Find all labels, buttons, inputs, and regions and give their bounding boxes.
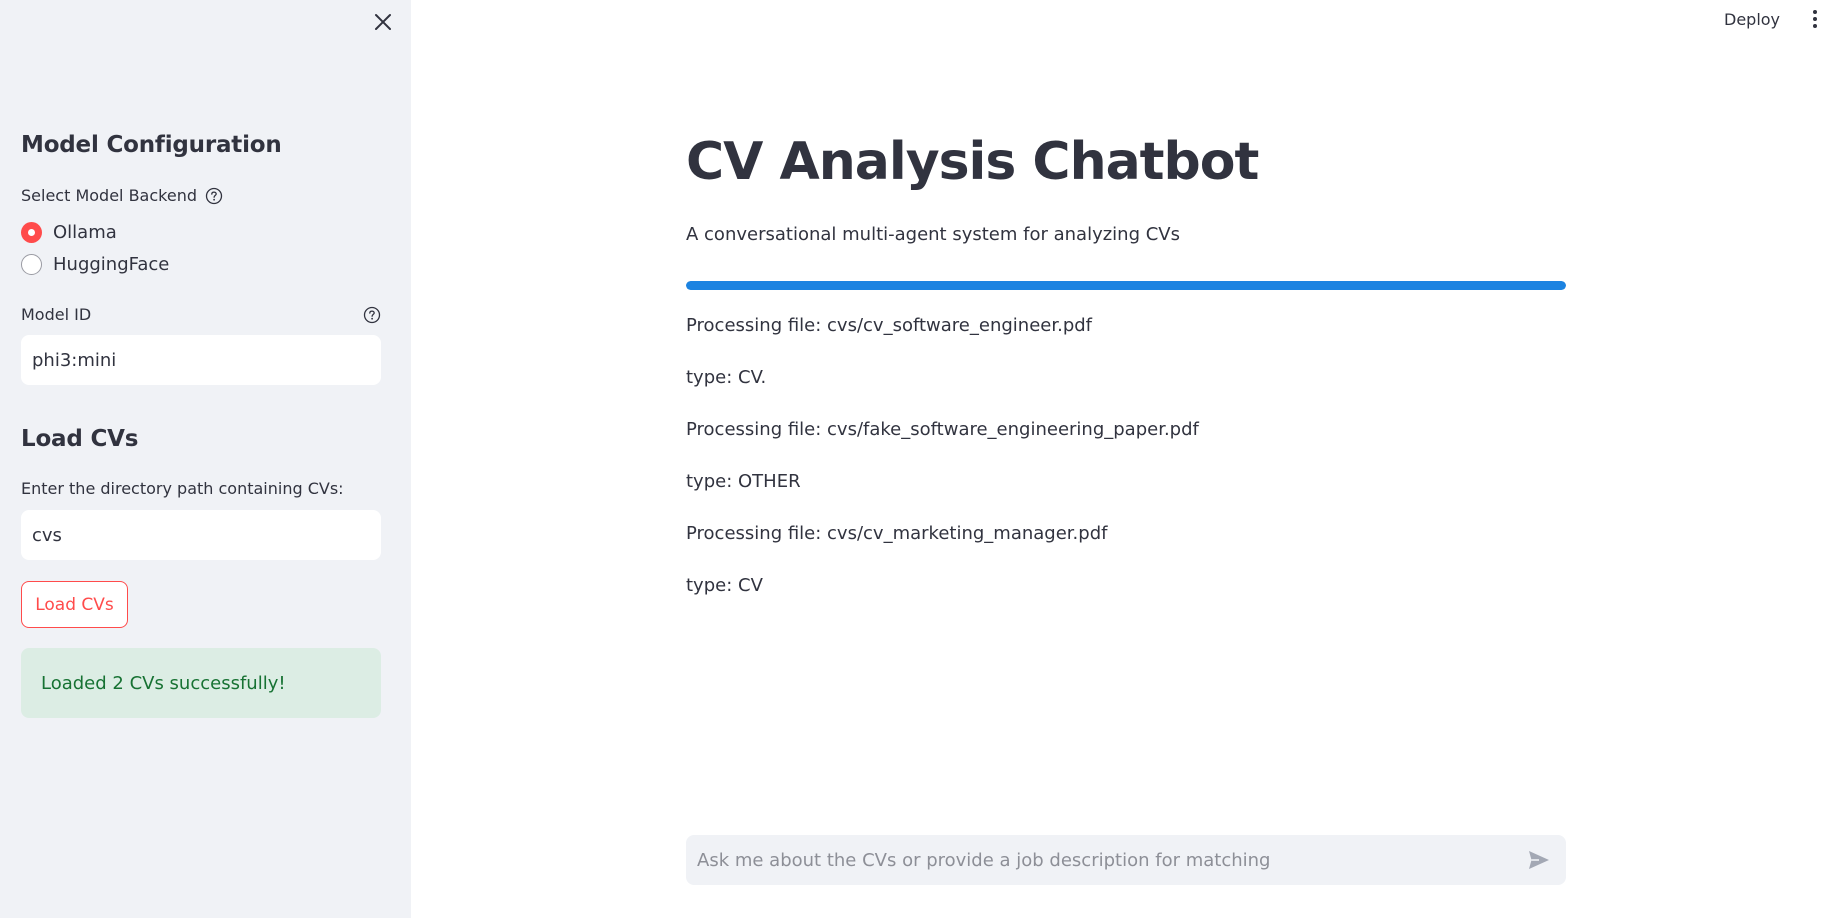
radio-button-unselected[interactable] bbox=[21, 254, 42, 275]
log-line: Processing file: cvs/cv_marketing_manage… bbox=[686, 523, 1108, 544]
backend-label-text: Select Model Backend bbox=[21, 186, 197, 205]
backend-label: Select Model Backend bbox=[21, 186, 223, 205]
help-icon[interactable] bbox=[205, 187, 223, 205]
progress-bar bbox=[686, 281, 1566, 290]
load-cvs-heading: Load CVs bbox=[21, 426, 139, 452]
radio-option-huggingface[interactable]: HuggingFace bbox=[21, 254, 169, 275]
model-config-heading: Model Configuration bbox=[21, 132, 282, 158]
chat-input-container bbox=[686, 835, 1566, 885]
sidebar: Model Configuration Select Model Backend… bbox=[0, 0, 411, 918]
radio-option-ollama[interactable]: Ollama bbox=[21, 222, 117, 243]
log-line: Processing file: cvs/cv_software_enginee… bbox=[686, 315, 1093, 336]
directory-label: Enter the directory path containing CVs: bbox=[21, 479, 344, 498]
more-vert-icon[interactable] bbox=[1806, 6, 1824, 32]
radio-label-ollama: Ollama bbox=[53, 222, 117, 243]
page-subtitle: A conversational multi-agent system for … bbox=[686, 224, 1180, 245]
load-cvs-button[interactable]: Load CVs bbox=[21, 581, 128, 628]
success-alert: Loaded 2 CVs successfully! bbox=[21, 648, 381, 718]
log-line: Processing file: cvs/fake_software_engin… bbox=[686, 419, 1199, 440]
success-message: Loaded 2 CVs successfully! bbox=[41, 672, 286, 694]
progress-fill bbox=[686, 281, 1566, 290]
radio-label-huggingface: HuggingFace bbox=[53, 254, 170, 275]
close-icon[interactable] bbox=[371, 10, 395, 34]
log-line: type: CV bbox=[686, 575, 763, 596]
log-line: type: OTHER bbox=[686, 471, 801, 492]
model-id-label: Model ID bbox=[21, 305, 381, 324]
directory-input[interactable] bbox=[21, 510, 381, 560]
model-id-input[interactable] bbox=[21, 335, 381, 385]
chat-input[interactable] bbox=[686, 835, 1506, 885]
send-icon[interactable] bbox=[1527, 848, 1551, 872]
page-title: CV Analysis Chatbot bbox=[686, 132, 1259, 192]
log-line: type: CV. bbox=[686, 367, 767, 388]
radio-button-selected[interactable] bbox=[21, 222, 42, 243]
help-icon[interactable] bbox=[363, 306, 381, 324]
deploy-button[interactable]: Deploy bbox=[1718, 4, 1786, 34]
model-id-label-text: Model ID bbox=[21, 305, 92, 324]
